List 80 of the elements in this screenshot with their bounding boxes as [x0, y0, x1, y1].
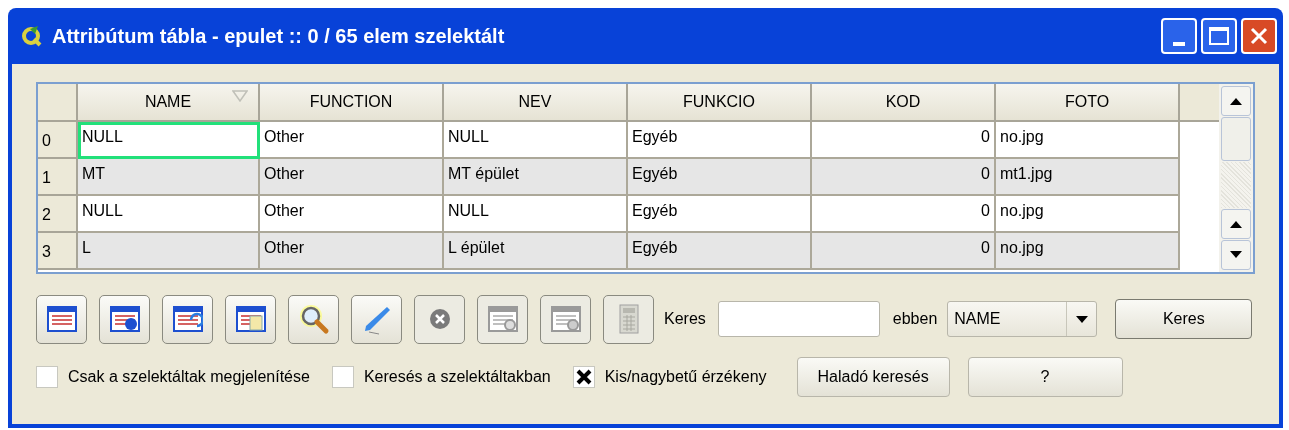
table-cell: Egyéb: [628, 159, 812, 196]
up-arrow-icon: [1230, 220, 1242, 228]
search-label: Keres: [664, 309, 706, 329]
checkbox[interactable]: [36, 366, 58, 388]
minimize-icon: [1173, 42, 1185, 46]
app-logo-icon: [22, 25, 42, 47]
toolbar-button[interactable]: [225, 294, 276, 344]
table-icon: [235, 306, 266, 332]
row-header[interactable]: 0: [38, 122, 78, 159]
checkbox[interactable]: [572, 366, 595, 388]
minimize-button[interactable]: [1161, 18, 1197, 54]
dropdown-arrow-icon: [1075, 315, 1088, 323]
column-header[interactable]: NEV: [444, 84, 628, 122]
table-icon: [550, 306, 581, 332]
table-cell: Egyéb: [628, 122, 812, 159]
table-cell: Other: [260, 196, 444, 233]
search-icon: [297, 303, 330, 335]
field-label: ebben: [892, 309, 938, 329]
row-header[interactable]: 2: [38, 196, 78, 233]
vertical-scrollbar[interactable]: [1219, 84, 1253, 272]
table-cell: NULL: [444, 196, 628, 233]
calculator-icon: [618, 304, 639, 334]
close-icon: [1249, 26, 1269, 46]
help-button[interactable]: ?: [967, 357, 1123, 397]
toolbar-button[interactable]: [36, 294, 87, 344]
table-cell: MT épület: [444, 159, 628, 196]
table-icon: [46, 306, 77, 332]
down-arrow-icon: [1230, 251, 1242, 259]
clear-icon: [428, 308, 451, 330]
advanced-search-button[interactable]: Haladó keresés: [796, 357, 950, 397]
row-header[interactable]: 1: [38, 159, 78, 196]
table-icon: [172, 306, 203, 332]
table-cell: 0: [812, 196, 996, 233]
toolbar-button[interactable]: [351, 294, 402, 344]
checkbox-label: Kis/nagybetű érzékeny: [604, 367, 767, 387]
table-cell: no.jpg: [996, 233, 1180, 270]
column-header[interactable]: FOTO: [996, 84, 1180, 122]
table-icon: [487, 306, 518, 332]
table-cell: Egyéb: [628, 196, 812, 233]
table-cell: L épület: [444, 233, 628, 270]
scroll-up-button[interactable]: [1221, 86, 1251, 116]
table-cell: 0: [812, 159, 996, 196]
table-cell: Other: [260, 233, 444, 270]
field-dropdown[interactable]: NAME: [947, 301, 1098, 337]
row-header[interactable]: 3: [38, 233, 78, 270]
close-button[interactable]: [1241, 18, 1277, 54]
table-cell: mt1.jpg: [996, 159, 1180, 196]
search-button[interactable]: Keres: [1115, 299, 1253, 339]
table-cell: Egyéb: [628, 233, 812, 270]
table-cell: Other: [260, 122, 444, 159]
checkbox[interactable]: [331, 366, 354, 388]
table-cell: NULL: [444, 122, 628, 159]
table-cell: no.jpg: [996, 122, 1180, 159]
column-header[interactable]: FUNKCIO: [628, 84, 812, 122]
toolbar-button[interactable]: [99, 294, 150, 344]
scroll-up-button[interactable]: [1221, 209, 1251, 239]
table-cell: no.jpg: [996, 196, 1180, 233]
table-cell: L: [78, 233, 260, 270]
checkbox-label: Keresés a szelektáltakban: [363, 367, 551, 387]
table-cell: NULL: [78, 196, 260, 233]
table-cell: Other: [260, 159, 444, 196]
window-title: Attribútum tábla - epulet :: 0 / 65 elem szelektált: [52, 24, 506, 49]
maximize-icon: [1209, 27, 1229, 45]
toolbar-button[interactable]: [288, 294, 339, 344]
check-mark-icon: [575, 369, 592, 385]
column-header[interactable]: NAME: [78, 84, 260, 122]
checkbox-label: Csak a szelektáltak megjelenítése: [68, 367, 310, 387]
column-header[interactable]: FUNCTION: [260, 84, 444, 122]
table-icon: [109, 306, 140, 332]
table-cell: 0: [812, 122, 996, 159]
scroll-thumb[interactable]: [1221, 117, 1251, 161]
table-cell: 0: [812, 233, 996, 270]
table-cell: MT: [78, 159, 260, 196]
column-header[interactable]: KOD: [812, 84, 996, 122]
scroll-down-button[interactable]: [1221, 240, 1251, 270]
up-arrow-icon: [1230, 97, 1242, 105]
maximize-button[interactable]: [1201, 18, 1237, 54]
table-cell: NULL: [78, 122, 260, 159]
toolbar-button[interactable]: [162, 294, 213, 344]
search-field[interactable]: [717, 301, 880, 337]
